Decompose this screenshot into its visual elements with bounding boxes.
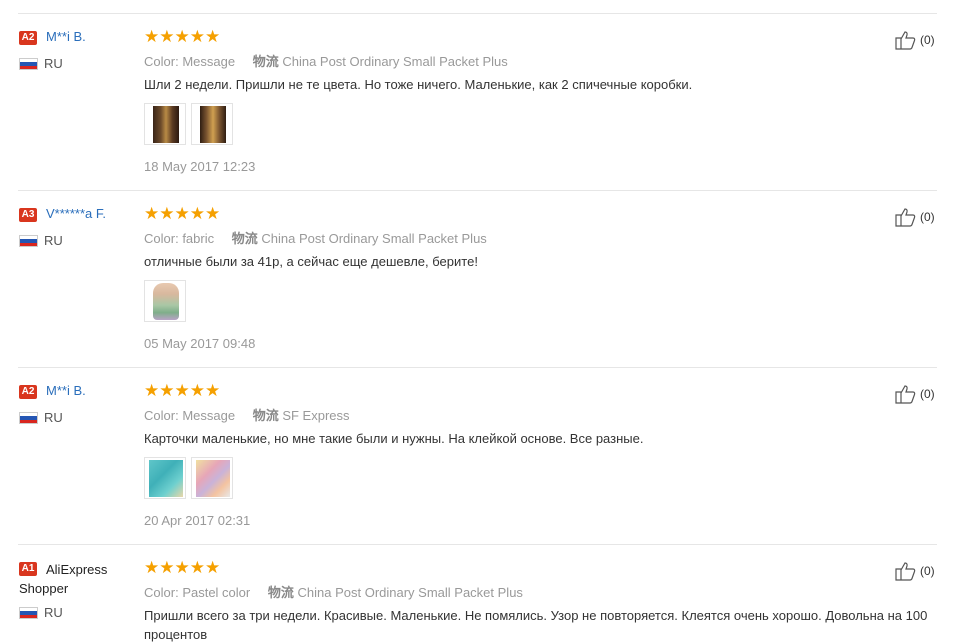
review-photo[interactable]	[191, 103, 233, 145]
review-date: 20 Apr 2017 02:31	[144, 513, 251, 528]
reviewer-name: AliExpress Shopper	[19, 562, 108, 596]
color-label: Color:	[144, 585, 179, 600]
star-rating: ★★★★★	[144, 381, 221, 400]
order-info: Color: Message 物流 China Post Ordinary Sm…	[144, 51, 522, 70]
buyer-level-badge: A2	[19, 385, 37, 399]
thumbs-up-icon	[895, 208, 916, 227]
review-text: отличные были за 41р, а сейчас еще дешев…	[144, 254, 478, 269]
color-value: Message	[182, 54, 236, 69]
thumbs-up-icon	[895, 385, 916, 404]
color-label: Color:	[144, 54, 179, 69]
helpful-count: (0)	[920, 387, 935, 401]
review-photo[interactable]	[144, 280, 186, 322]
star-rating: ★★★★★	[144, 204, 221, 223]
shipping-label: 物流	[231, 231, 258, 246]
review-date: 18 May 2017 12:23	[144, 159, 256, 174]
shipping-value: China Post Ordinary Small Packet Plus	[297, 585, 523, 600]
review-photo[interactable]	[191, 457, 233, 499]
reviewer-country: RU	[44, 233, 63, 248]
shipping-label: 物流	[267, 585, 294, 600]
russia-flag-icon	[19, 235, 38, 247]
shipping-value: China Post Ordinary Small Packet Plus	[282, 54, 508, 69]
helpful-button[interactable]: (0)	[895, 384, 940, 404]
review-text: Шли 2 недели. Пришли не те цвета. Но тож…	[144, 77, 693, 92]
reviewer-name[interactable]: V******a F.	[46, 206, 106, 221]
russia-flag-icon	[19, 58, 38, 70]
helpful-count: (0)	[920, 564, 935, 578]
helpful-button[interactable]: (0)	[895, 30, 940, 50]
color-value: Message	[182, 408, 236, 423]
review-divider	[18, 544, 937, 545]
shipping-label: 物流	[252, 54, 279, 69]
review-photo[interactable]	[144, 103, 186, 145]
order-info: Color: fabric 物流 China Post Ordinary Sma…	[144, 228, 501, 247]
review-divider	[18, 190, 937, 191]
russia-flag-icon	[19, 607, 38, 619]
helpful-count: (0)	[920, 210, 935, 224]
review-text: Карточки маленькие, но мне такие были и …	[144, 431, 644, 446]
review-text: Пришли всего за три недели. Красивые. Ма…	[144, 608, 928, 642]
shipping-label: 物流	[252, 408, 279, 423]
review-photo[interactable]	[144, 457, 186, 499]
reviewer-name[interactable]: M**i B.	[46, 29, 86, 44]
helpful-count: (0)	[920, 33, 935, 47]
shipping-value: SF Express	[282, 408, 350, 423]
helpful-button[interactable]: (0)	[895, 561, 940, 581]
top-divider	[18, 13, 937, 14]
review-date: 05 May 2017 09:48	[144, 336, 256, 351]
reviewer-country: RU	[44, 56, 63, 71]
star-rating: ★★★★★	[144, 27, 221, 46]
order-info: Color: Pastel color 物流 China Post Ordina…	[144, 582, 537, 601]
star-rating: ★★★★★	[144, 558, 221, 577]
thumbs-up-icon	[895, 31, 916, 50]
color-value: Pastel color	[182, 585, 251, 600]
order-info: Color: Message 物流 SF Express	[144, 405, 364, 424]
color-label: Color:	[144, 408, 179, 423]
reviewer-country: RU	[44, 605, 63, 620]
buyer-level-badge: A2	[19, 31, 37, 45]
review-divider	[18, 367, 937, 368]
buyer-level-badge: A3	[19, 208, 37, 222]
reviewer-country: RU	[44, 410, 63, 425]
russia-flag-icon	[19, 412, 38, 424]
thumbs-up-icon	[895, 562, 916, 581]
helpful-button[interactable]: (0)	[895, 207, 940, 227]
reviewer-name[interactable]: M**i B.	[46, 383, 86, 398]
shipping-value: China Post Ordinary Small Packet Plus	[261, 231, 487, 246]
color-value: fabric	[182, 231, 215, 246]
color-label: Color:	[144, 231, 179, 246]
